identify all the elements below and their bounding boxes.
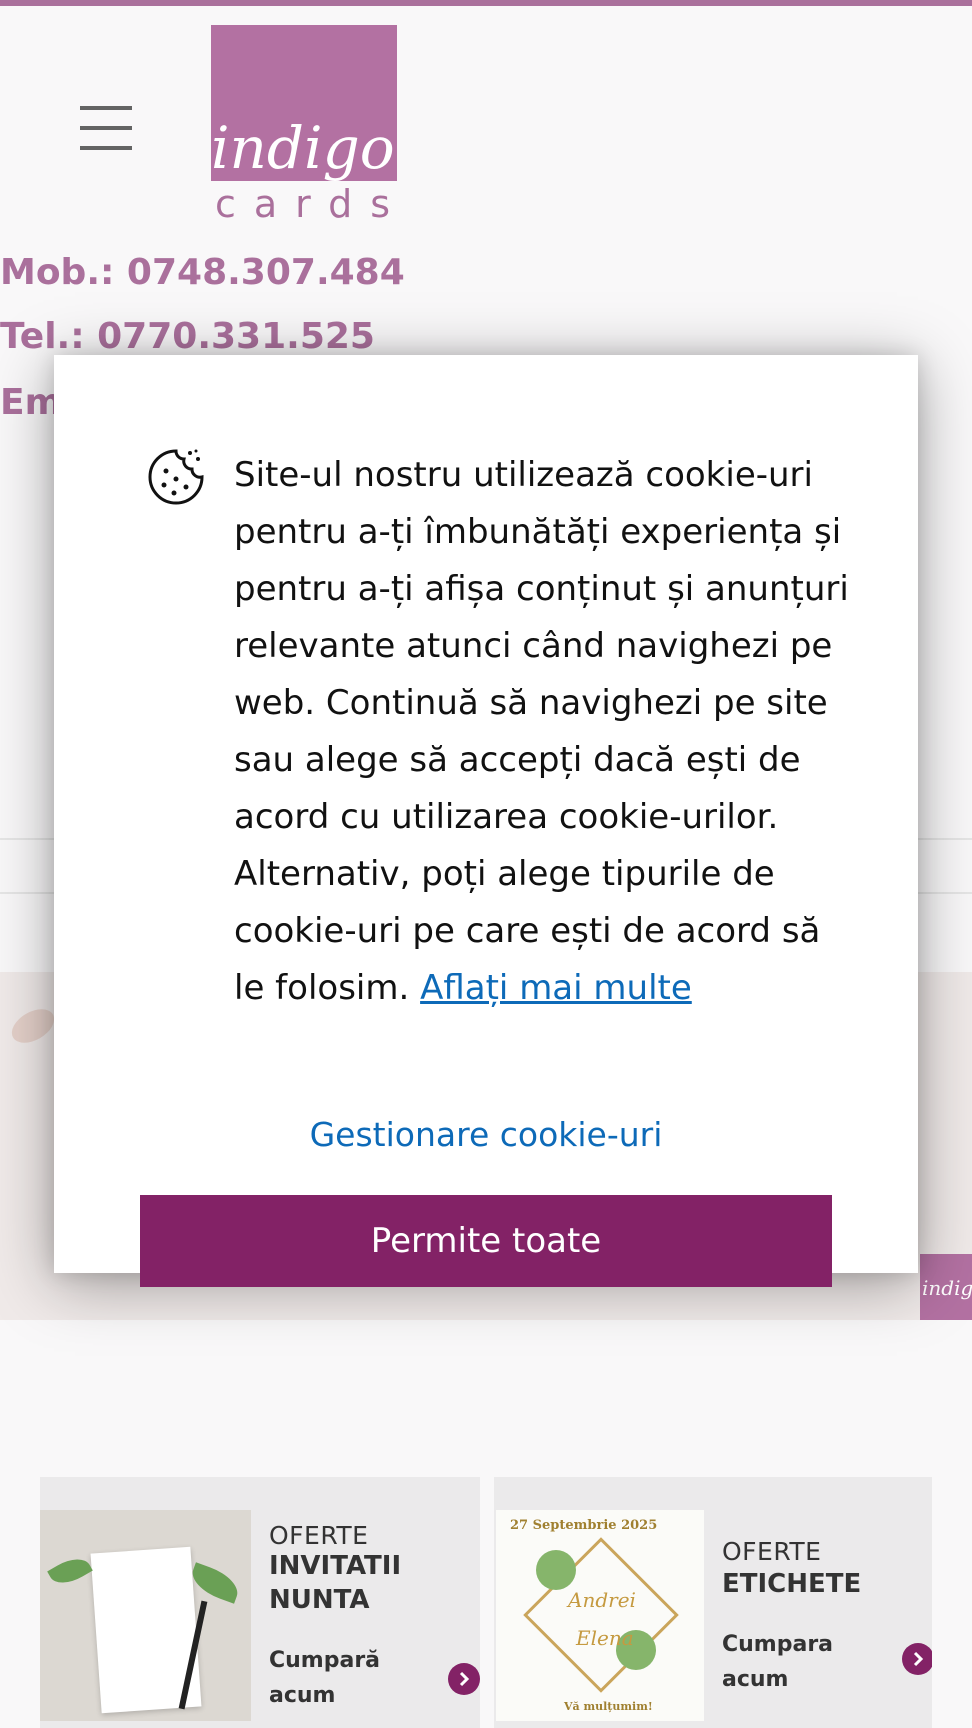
leaf-decoration — [187, 1562, 243, 1604]
buy-now-link[interactable]: Cumpara acum — [722, 1627, 862, 1697]
leaf-decoration — [47, 1551, 93, 1591]
offer-kicker: OFERTE — [269, 1521, 369, 1550]
cookie-message: Site-ul nostru utilizează cookie-uri pen… — [234, 447, 854, 1017]
offer-title: INVITATII NUNTA — [269, 1551, 402, 1615]
offer-card-invitations[interactable]: OFERTE INVITATII NUNTA Cumpară acum — [40, 1477, 480, 1728]
label-name-1: Andrei — [568, 1588, 636, 1612]
greenery — [536, 1550, 576, 1590]
label-thanks: Vă mulțumim! — [564, 1700, 653, 1713]
label-date: 27 Septembrie 2025 — [510, 1518, 658, 1533]
label-sample-image: 27 Septembrie 2025 Andrei Elena Vă mulțu… — [496, 1510, 704, 1721]
learn-more-link[interactable]: Aflați mai multe — [420, 968, 692, 1008]
cookie-consent-dialog: Site-ul nostru utilizează cookie-uri pen… — [54, 355, 918, 1287]
offer-title: ETICHETE — [722, 1569, 862, 1599]
buy-now-link[interactable]: Cumpară acum — [269, 1643, 409, 1713]
manage-cookies-link[interactable]: Gestionare cookie-uri — [54, 1115, 918, 1154]
cookie-icon — [148, 449, 204, 505]
cookie-message-text: Site-ul nostru utilizează cookie-uri pen… — [234, 455, 849, 1008]
offer-card-labels[interactable]: 27 Septembrie 2025 Andrei Elena Vă mulțu… — [494, 1477, 932, 1728]
chevron-right-icon[interactable] — [448, 1663, 480, 1695]
label-name-2: Elena — [576, 1626, 634, 1650]
allow-all-button[interactable]: Permite toate — [140, 1195, 832, 1287]
chevron-right-icon[interactable] — [902, 1643, 932, 1675]
wedding-invitation-image — [40, 1510, 251, 1721]
offer-kicker: OFERTE — [722, 1537, 822, 1566]
